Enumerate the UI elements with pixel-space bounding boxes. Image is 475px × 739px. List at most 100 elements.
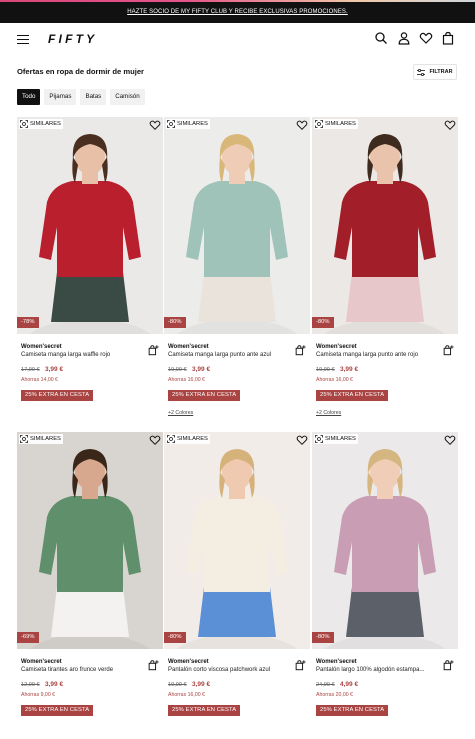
site-logo[interactable]: FIFTY bbox=[48, 32, 97, 46]
saving-text: Ahorras 20,00 € bbox=[316, 692, 353, 698]
similar-icon bbox=[167, 120, 175, 128]
extra-discount-badge: 25% EXTRA EN CESTA bbox=[316, 390, 389, 401]
product-brand: Women'secret bbox=[168, 659, 209, 665]
saving-text: Ahorras 9,00 € bbox=[21, 692, 56, 698]
old-price: 19,99 € bbox=[168, 367, 187, 373]
promo-text[interactable]: HAZTE SOCIO DE MY FIFTY CLUB Y RECIBE EX… bbox=[127, 9, 348, 15]
similar-button[interactable]: SIMILARES bbox=[314, 119, 358, 129]
product-name[interactable]: Pantalón largo 100% algodón estampa... bbox=[316, 667, 424, 673]
product-model-illustration bbox=[176, 449, 298, 649]
menu-icon[interactable] bbox=[17, 35, 29, 44]
wishlist-heart-icon[interactable] bbox=[296, 434, 308, 446]
discount-badge: -80% bbox=[312, 632, 334, 643]
wishlist-heart-icon[interactable] bbox=[296, 119, 308, 131]
product-photo[interactable]: SIMILARES -80% bbox=[164, 432, 310, 649]
product-photo[interactable]: SIMILARES -80% bbox=[312, 117, 458, 334]
product-photo[interactable]: SIMILARES -80% bbox=[312, 432, 458, 649]
product-name[interactable]: Camiseta manga larga waffle rojo bbox=[21, 352, 110, 358]
extra-discount-badge: 25% EXTRA EN CESTA bbox=[168, 390, 241, 401]
chip-batas[interactable]: Batas bbox=[80, 89, 107, 105]
user-icon[interactable] bbox=[397, 31, 411, 45]
product-photo[interactable]: SIMILARES -69% bbox=[17, 432, 163, 649]
search-icon[interactable] bbox=[374, 31, 388, 45]
filter-label: FILTRAR bbox=[429, 69, 453, 75]
similar-button[interactable]: SIMILARES bbox=[166, 434, 210, 444]
similar-button[interactable]: SIMILARES bbox=[19, 119, 63, 129]
wishlist-heart-icon[interactable] bbox=[149, 119, 161, 131]
product-photo[interactable]: SIMILARES -80% bbox=[164, 117, 310, 334]
product-model-illustration bbox=[29, 134, 151, 334]
more-colors-link[interactable]: +2 Colores bbox=[168, 410, 193, 416]
add-to-bag-icon[interactable] bbox=[147, 344, 159, 356]
page-title: Ofertas en ropa de dormir de mujer bbox=[17, 67, 145, 76]
chip-todo[interactable]: Todo bbox=[17, 89, 41, 105]
extra-discount-badge: 25% EXTRA EN CESTA bbox=[168, 705, 241, 716]
promo-banner[interactable]: HAZTE SOCIO DE MY FIFTY CLUB Y RECIBE EX… bbox=[0, 0, 475, 23]
discount-badge: -69% bbox=[17, 632, 39, 643]
product-name[interactable]: Camiseta manga larga punto ante azul bbox=[168, 352, 271, 358]
promo-gradient-strip bbox=[0, 0, 475, 2]
discount-badge: -80% bbox=[164, 632, 186, 643]
similar-icon bbox=[20, 435, 28, 443]
similar-button[interactable]: SIMILARES bbox=[166, 119, 210, 129]
sale-price: 3,99 € bbox=[45, 366, 64, 373]
saving-text: Ahorras 16,00 € bbox=[168, 377, 205, 383]
wishlist-heart-icon[interactable] bbox=[149, 434, 161, 446]
product-model-illustration bbox=[324, 449, 446, 649]
more-colors-link[interactable]: +2 Colores bbox=[316, 410, 341, 416]
old-price: 24,99 € bbox=[316, 682, 335, 688]
add-to-bag-icon[interactable] bbox=[442, 344, 454, 356]
old-price: 17,99 € bbox=[21, 367, 40, 373]
similar-label: SIMILARES bbox=[30, 121, 61, 127]
sale-price: 3,99 € bbox=[192, 366, 211, 373]
product-brand: Women'secret bbox=[316, 344, 357, 350]
product-name[interactable]: Camiseta tirantes aro frunce verde bbox=[21, 667, 113, 673]
old-price: 19,99 € bbox=[316, 367, 335, 373]
extra-discount-badge: 25% EXTRA EN CESTA bbox=[316, 705, 389, 716]
similar-icon bbox=[167, 435, 175, 443]
product-model-illustration bbox=[176, 134, 298, 334]
product-model-illustration bbox=[324, 134, 446, 334]
heart-icon[interactable] bbox=[419, 31, 433, 45]
similar-icon bbox=[315, 435, 323, 443]
add-to-bag-icon[interactable] bbox=[294, 344, 306, 356]
chip-camison[interactable]: Camisón bbox=[110, 89, 145, 105]
similar-label: SIMILARES bbox=[325, 121, 356, 127]
add-to-bag-icon[interactable] bbox=[147, 659, 159, 671]
site-header: FIFTY bbox=[0, 23, 475, 55]
product-brand: Women'secret bbox=[21, 344, 62, 350]
extra-discount-badge: 25% EXTRA EN CESTA bbox=[21, 390, 94, 401]
discount-badge: -80% bbox=[164, 317, 186, 328]
saving-text: Ahorras 16,00 € bbox=[168, 692, 205, 698]
add-to-bag-icon[interactable] bbox=[442, 659, 454, 671]
old-price: 12,99 € bbox=[21, 682, 40, 688]
wishlist-heart-icon[interactable] bbox=[444, 434, 456, 446]
filter-icon bbox=[417, 68, 426, 76]
product-model-illustration bbox=[29, 449, 151, 649]
similar-label: SIMILARES bbox=[177, 436, 208, 442]
product-brand: Women'secret bbox=[168, 344, 209, 350]
sale-price: 4,99 € bbox=[340, 681, 359, 688]
discount-badge: -78% bbox=[17, 317, 39, 328]
similar-icon bbox=[315, 120, 323, 128]
similar-label: SIMILARES bbox=[325, 436, 356, 442]
similar-icon bbox=[20, 120, 28, 128]
product-photo[interactable]: SIMILARES -78% bbox=[17, 117, 163, 334]
product-name[interactable]: Pantalón corto viscosa patchwork azul bbox=[168, 667, 270, 673]
old-price: 19,99 € bbox=[168, 682, 187, 688]
filter-button[interactable]: FILTRAR bbox=[413, 64, 457, 80]
wishlist-heart-icon[interactable] bbox=[444, 119, 456, 131]
similar-button[interactable]: SIMILARES bbox=[19, 434, 63, 444]
saving-text: Ahorras 16,00 € bbox=[316, 377, 353, 383]
product-name[interactable]: Camiseta manga larga punto ante rojo bbox=[316, 352, 418, 358]
sale-price: 3,99 € bbox=[192, 681, 211, 688]
add-to-bag-icon[interactable] bbox=[294, 659, 306, 671]
sale-price: 3,99 € bbox=[340, 366, 359, 373]
chip-pijamas[interactable]: Pijamas bbox=[44, 89, 77, 105]
saving-text: Ahorras 14,00 € bbox=[21, 377, 58, 383]
similar-label: SIMILARES bbox=[30, 436, 61, 442]
bag-icon[interactable] bbox=[441, 31, 455, 45]
category-chips: Todo Pijamas Batas Camisón bbox=[17, 89, 145, 105]
sale-price: 3,99 € bbox=[45, 681, 64, 688]
similar-button[interactable]: SIMILARES bbox=[314, 434, 358, 444]
